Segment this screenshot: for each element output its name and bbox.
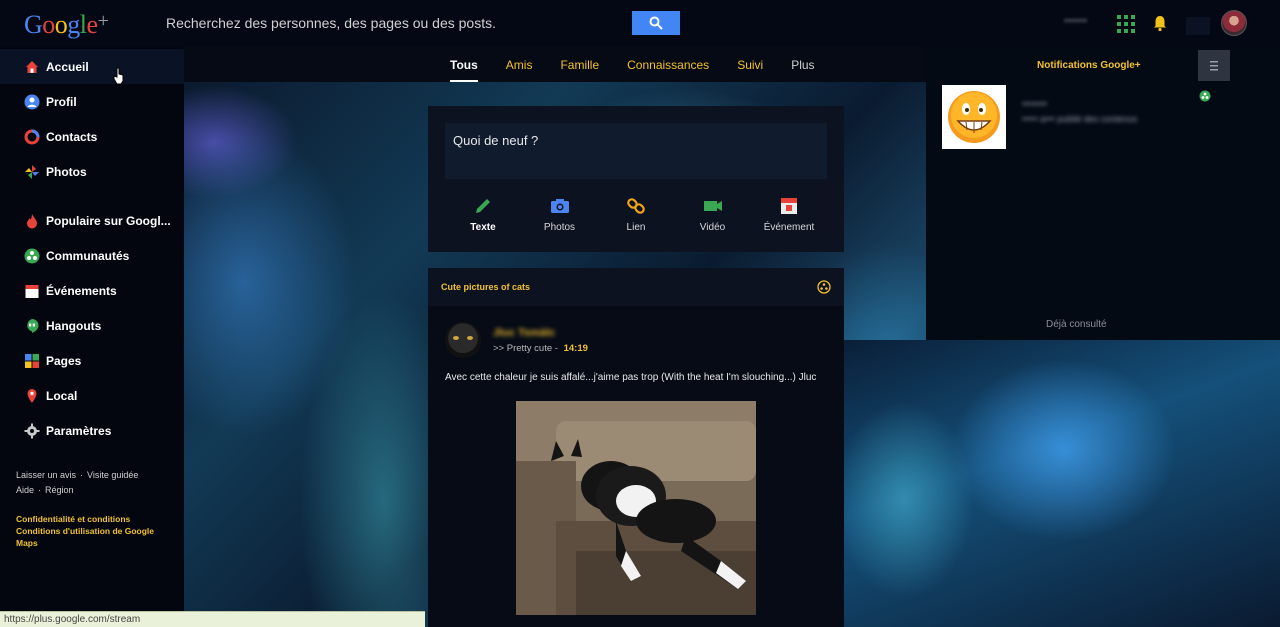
calendar-icon [24, 283, 40, 299]
post-meta: >> Pretty cute - 14:19 [493, 342, 588, 354]
community-notification-icon [1199, 90, 1211, 102]
communities-icon [24, 248, 40, 264]
sidebar-item-label: Populaire sur Googl... [46, 213, 171, 228]
sidebar-item-local[interactable]: Local [0, 378, 184, 413]
notification-thumbnail[interactable] [942, 85, 1006, 149]
post-text: Avec cette chaleur je suis affalé...j'ai… [445, 372, 817, 383]
sidebar-item-evenements[interactable]: Événements [0, 273, 184, 308]
flame-icon [24, 213, 40, 229]
notifications-title: Notifications Google+ [1037, 60, 1141, 71]
profile-icon [24, 94, 40, 110]
pages-icon [24, 353, 40, 369]
community-link[interactable]: Cute pictures of cats [441, 282, 530, 292]
post-author-block: Jluc Tsmàlc >> Pretty cute - 14:19 [445, 322, 588, 358]
link-icon [598, 194, 674, 218]
post-card: Cute pictures of cats Jluc Tsmàlc >> Pre… [428, 268, 844, 627]
sidebar-item-pages[interactable]: Pages [0, 343, 184, 378]
video-icon [675, 194, 751, 218]
sidebar-item-label: Profil [46, 94, 77, 109]
region-link[interactable]: Région [45, 485, 74, 495]
share-placeholder-box[interactable] [1186, 17, 1210, 35]
smiley-face-icon [948, 91, 1000, 143]
notification-author[interactable]: •••••••• [1022, 99, 1047, 109]
notifications-settings-button[interactable] [1198, 50, 1230, 81]
browser-status-bar: https://plus.google.com/stream [0, 611, 425, 627]
sidebar-item-label: Événements [46, 283, 117, 298]
home-icon [24, 59, 40, 75]
tab-plus[interactable]: Plus [791, 48, 814, 82]
map-pin-icon [24, 388, 40, 404]
feedback-link[interactable]: Laisser un avis [16, 470, 76, 480]
mouse-cursor-icon [113, 67, 124, 85]
apps-grid-icon[interactable] [1117, 15, 1135, 33]
community-icon[interactable] [817, 280, 831, 294]
share-video-button[interactable]: Vidéo [675, 194, 751, 233]
post-community-header: Cute pictures of cats [428, 268, 844, 306]
google-plus-logo[interactable]: Google+ [24, 10, 109, 40]
tab-amis[interactable]: Amis [506, 48, 533, 82]
footer-links-row1: Laisser un avis · Visite guidée [16, 470, 139, 480]
sidebar-item-profil[interactable]: Profil [0, 84, 184, 119]
hangouts-icon [24, 318, 40, 334]
search-icon [649, 16, 663, 30]
sidebar-item-label: Contacts [46, 129, 98, 144]
sidebar-item-photos[interactable]: Photos [0, 154, 184, 189]
search-button[interactable] [632, 11, 680, 35]
already-seen-label: Déjà consulté [1046, 319, 1107, 330]
sidebar-item-label: Local [46, 388, 78, 403]
privacy-terms-link[interactable]: Confidentialité et conditions [16, 513, 166, 525]
post-image[interactable] [516, 401, 756, 615]
user-name[interactable]: •••••• [1064, 15, 1087, 27]
sidebar-item-label: Paramètres [46, 423, 112, 438]
tab-connaissances[interactable]: Connaissances [627, 48, 709, 82]
sidebar-item-label: Photos [46, 164, 87, 179]
sidebar-item-hangouts[interactable]: Hangouts [0, 308, 184, 343]
avatar[interactable] [1221, 10, 1247, 36]
share-link-button[interactable]: Lien [598, 194, 674, 233]
share-event-button[interactable]: Événement [751, 194, 827, 233]
sidebar-item-label: Accueil [46, 59, 89, 74]
maps-terms-link[interactable]: Conditions d'utilisation de Google Maps [16, 525, 166, 549]
author-meta: Jluc Tsmàlc >> Pretty cute - 14:19 [493, 327, 588, 354]
post-category[interactable]: >> Pretty cute [493, 343, 552, 354]
sidebar-item-populaire[interactable]: Populaire sur Googl... [0, 203, 184, 238]
help-link[interactable]: Aide [16, 485, 34, 495]
share-input[interactable]: Quoi de neuf ? [445, 123, 827, 179]
post-time[interactable]: 14:19 [564, 343, 588, 354]
share-actions: Texte Photos Lien Vidéo Événement [445, 194, 827, 233]
tab-suivi[interactable]: Suivi [737, 48, 763, 82]
sidebar: Accueil Profil Contacts Photos Populaire… [0, 47, 184, 627]
sidebar-item-label: Pages [46, 353, 82, 368]
event-icon [751, 194, 827, 218]
cat-on-couch-image [516, 401, 756, 615]
sidebar-item-communautes[interactable]: Communautés [0, 238, 184, 273]
top-bar: Google+ •••••• [0, 0, 1280, 47]
notification-bell-icon[interactable] [1151, 14, 1169, 32]
sidebar-item-accueil[interactable]: Accueil [0, 49, 184, 84]
settings-icon [1210, 60, 1218, 70]
tab-tous[interactable]: Tous [450, 48, 478, 82]
photos-icon [24, 164, 40, 180]
pencil-icon [445, 194, 521, 218]
author-avatar[interactable] [445, 322, 481, 358]
stream-tabs: Tous Amis Famille Connaissances Suivi Pl… [428, 47, 843, 83]
author-name[interactable]: Jluc Tsmàlc [493, 327, 588, 339]
share-box: Quoi de neuf ? Texte Photos Lien Vidéo É… [428, 106, 844, 252]
share-photos-button[interactable]: Photos [522, 194, 598, 233]
contacts-icon [24, 129, 40, 145]
sidebar-item-contacts[interactable]: Contacts [0, 119, 184, 154]
camera-icon [522, 194, 598, 218]
share-text-button[interactable]: Texte [445, 194, 521, 233]
sidebar-item-parametres[interactable]: Paramètres [0, 413, 184, 448]
tab-famille[interactable]: Famille [560, 48, 599, 82]
footer-links-row2: Aide · Région [16, 485, 74, 495]
search-input[interactable] [157, 11, 632, 35]
sidebar-item-label: Communautés [46, 248, 130, 263]
background-artwork-right [844, 340, 1280, 627]
gear-icon [24, 423, 40, 439]
notification-text[interactable]: ••••• a••• publié des contenus [1022, 114, 1137, 124]
guided-tour-link[interactable]: Visite guidée [87, 470, 138, 480]
sidebar-item-label: Hangouts [46, 318, 102, 333]
legal-links: Confidentialité et conditions Conditions… [16, 513, 166, 549]
